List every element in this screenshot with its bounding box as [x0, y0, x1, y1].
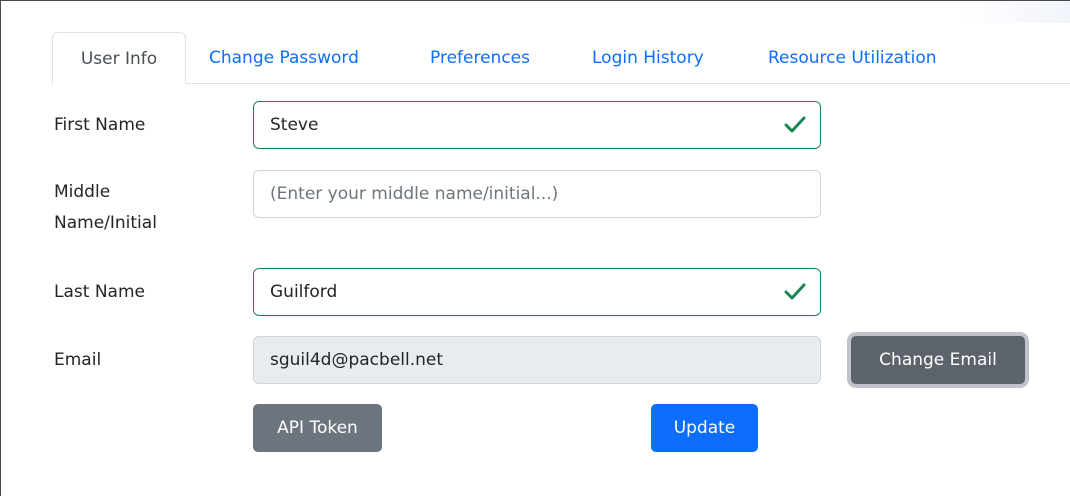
- api-token-button[interactable]: API Token: [253, 404, 382, 452]
- middle-name-field[interactable]: (Enter your middle name/initial...): [253, 170, 821, 218]
- update-button[interactable]: Update: [651, 404, 758, 452]
- email-field: sguil4d@pacbell.net: [253, 336, 821, 384]
- middle-name-label: Middle Name/Initial: [54, 178, 157, 237]
- tab-resource-utilization[interactable]: Resource Utilization: [768, 32, 937, 84]
- tab-bar: User Info Change Password Preferences Lo…: [52, 32, 1070, 84]
- middle-name-label-line2: Name/Initial: [54, 213, 157, 233]
- tab-user-info[interactable]: User Info: [52, 32, 186, 84]
- tab-login-history[interactable]: Login History: [592, 32, 704, 84]
- app-frame: User Info Change Password Preferences Lo…: [0, 0, 1070, 496]
- first-name-label: First Name: [54, 115, 146, 135]
- first-name-field[interactable]: Steve: [253, 101, 821, 149]
- last-name-label: Last Name: [54, 282, 145, 302]
- email-label: Email: [54, 350, 102, 370]
- check-icon: [784, 283, 806, 300]
- last-name-field[interactable]: Guilford: [253, 268, 821, 316]
- first-name-value: Steve: [270, 115, 319, 135]
- middle-name-label-line1: Middle: [54, 182, 111, 202]
- tab-change-password[interactable]: Change Password: [209, 32, 359, 84]
- corner-shading: [960, 1, 1070, 23]
- tab-preferences[interactable]: Preferences: [430, 32, 530, 84]
- email-value: sguil4d@pacbell.net: [270, 350, 444, 370]
- check-icon: [784, 116, 806, 133]
- last-name-value: Guilford: [270, 282, 338, 302]
- change-email-button[interactable]: Change Email: [851, 336, 1025, 384]
- middle-name-placeholder: (Enter your middle name/initial...): [270, 184, 559, 204]
